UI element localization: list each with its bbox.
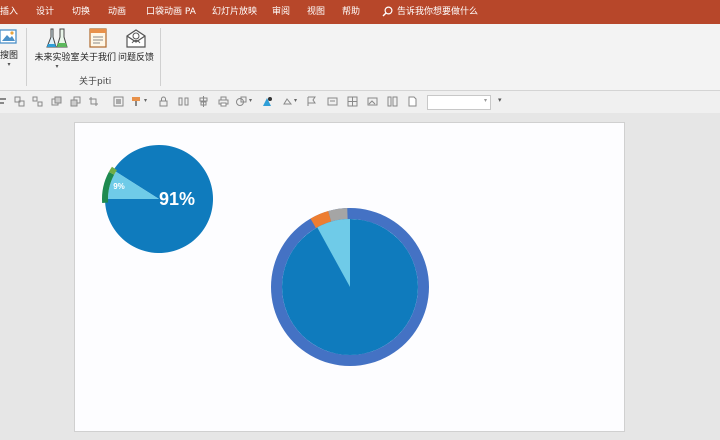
distribute-icon[interactable]	[178, 96, 189, 107]
ribbon-group-separator	[160, 28, 161, 86]
shapes-icon[interactable]	[236, 96, 247, 107]
ribbon-group-separator	[26, 28, 27, 86]
menu-slideshow[interactable]: 幻灯片放映	[212, 0, 257, 24]
feedback-button[interactable]: 问题反馈	[116, 26, 156, 63]
text-box-icon[interactable]	[327, 96, 338, 107]
format-painter-icon[interactable]	[131, 96, 142, 107]
pie-chart-large[interactable]	[270, 207, 430, 367]
tell-me-text: 告诉我你想要做什么	[397, 7, 479, 17]
pie-label-slice: 9%	[113, 182, 125, 191]
menu-help[interactable]: 帮助	[342, 0, 360, 24]
image-search-label: 搜图	[0, 51, 18, 61]
align-left-icon[interactable]	[0, 96, 8, 107]
menu-animations[interactable]: 动画	[108, 0, 126, 24]
resize-icon[interactable]	[113, 96, 124, 107]
future-lab-label: 未来实验室	[34, 53, 80, 63]
feedback-label: 问题反馈	[117, 53, 154, 63]
menu-pocket-animation[interactable]: 口袋动画 PA	[146, 0, 196, 24]
flask-icon	[46, 28, 68, 48]
font-size-combo[interactable]: ▾	[427, 95, 491, 110]
printer-icon[interactable]	[218, 96, 229, 107]
feedback-icon	[126, 29, 146, 48]
chevron-down-icon: ▾	[483, 97, 487, 104]
tell-me-search[interactable]: 告诉我你想要做什么	[382, 0, 478, 24]
ungroup-icon[interactable]	[32, 96, 43, 107]
bring-forward-icon[interactable]	[51, 96, 62, 107]
image-search-icon	[0, 29, 17, 44]
chevron-down-icon: ▾	[7, 61, 11, 68]
menu-view[interactable]: 视图	[307, 0, 325, 24]
table-icon[interactable]	[347, 96, 358, 107]
future-lab-button[interactable]: 未来实验室 ▾	[34, 26, 80, 71]
chevron-down-icon[interactable]: ▾	[144, 97, 147, 104]
sync-icon[interactable]	[282, 96, 293, 107]
new-document-icon[interactable]	[407, 96, 418, 107]
about-us-button[interactable]: 关于我们	[80, 26, 116, 63]
more-options-icon[interactable]: ▾	[498, 96, 502, 104]
lock-icon[interactable]	[158, 96, 169, 107]
image-search-button[interactable]: 搜图 ▾	[0, 26, 22, 69]
menu-design[interactable]: 设计	[36, 0, 54, 24]
group-icon[interactable]	[14, 96, 25, 107]
flag-icon[interactable]	[306, 96, 317, 107]
menu-transitions[interactable]: 切换	[72, 0, 90, 24]
pie-label-main: 91%	[159, 189, 195, 209]
ribbon: 搜图 ▾ 未来实验室 ▾ 关于我们 问题反馈 关于piti	[0, 24, 720, 91]
align-center-icon[interactable]	[198, 96, 209, 107]
chevron-down-icon[interactable]: ▾	[249, 97, 252, 104]
menu-insert[interactable]: 插入	[0, 0, 18, 24]
crop-icon[interactable]	[88, 96, 99, 107]
chevron-down-icon[interactable]: ▾	[294, 97, 297, 104]
menu-review[interactable]: 审阅	[272, 0, 290, 24]
animation-icon[interactable]	[262, 96, 273, 107]
menu-bar: 插入 设计 切换 动画 口袋动画 PA 幻灯片放映 审阅 视图 帮助 告诉我你想…	[0, 0, 720, 24]
pie-chart-small[interactable]: 91% 9%	[99, 139, 219, 259]
about-us-label: 关于我们	[80, 53, 117, 63]
book-icon	[89, 28, 107, 48]
picture-icon[interactable]	[367, 96, 378, 107]
send-backward-icon[interactable]	[70, 96, 81, 107]
chevron-down-icon: ▾	[55, 63, 59, 70]
ribbon-group-label: 关于piti	[79, 77, 112, 87]
slide-canvas[interactable]: 91% 9%	[74, 122, 625, 432]
column-icon[interactable]	[387, 96, 398, 107]
quick-toolbar: ▾ ▾ ▾ ▾ ▾	[0, 91, 720, 113]
search-icon	[382, 6, 393, 17]
